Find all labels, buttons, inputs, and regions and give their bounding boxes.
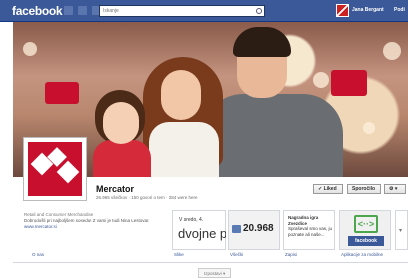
store-sign	[331, 70, 367, 96]
app-photos[interactable]: V sredo, 4. dvojne p	[172, 210, 226, 250]
woman-figure	[149, 122, 219, 177]
website-link[interactable]: www.mercator.si	[24, 224, 166, 230]
code-arrows-icon: <··>	[354, 215, 378, 233]
app-photos-label[interactable]: Slike	[174, 252, 184, 257]
app-likes[interactable]: 20.968	[228, 210, 280, 250]
settings-gear-button[interactable]: ⚙ ▾	[384, 184, 406, 194]
top-bar: facebook Iskanje Jana Bergant Podi	[0, 0, 408, 22]
bokeh-light	[363, 122, 375, 134]
photo-caption-top: V sredo, 4.	[179, 217, 204, 223]
user-name-link[interactable]: Jana Bergant	[352, 7, 384, 13]
search-placeholder: Iskanje	[103, 8, 119, 14]
facebook-page: facebook Iskanje Jana Bergant Podi Merca…	[0, 0, 408, 280]
likes-count: 20.968	[243, 223, 274, 234]
messages-icon[interactable]	[78, 6, 87, 15]
app-notes[interactable]: Nagradna igra Zvezdice Spraševal smo vas…	[283, 210, 335, 250]
message-button[interactable]: Sporočilo	[347, 184, 381, 194]
page-title[interactable]: Mercator	[96, 184, 134, 194]
user-avatar[interactable]	[336, 4, 349, 17]
app-mobile[interactable]: <··> facebook	[339, 210, 391, 250]
divider	[13, 262, 408, 263]
highlight-button[interactable]: Izpostavi ▾	[198, 268, 232, 278]
notification-jewels	[64, 6, 101, 15]
apps-more-button[interactable]: ▾	[395, 210, 408, 250]
chevron-down-icon: ▾	[399, 228, 403, 234]
facebook-logo[interactable]: facebook	[12, 4, 63, 18]
prize-text: Spraševal smo vas, ju poznate ali naše..…	[288, 226, 333, 237]
bokeh-light	[313, 72, 329, 88]
prize-title: Nagradna igra Zvezdice	[288, 215, 319, 226]
liked-button[interactable]: ✓ Liked	[313, 184, 343, 194]
search-input[interactable]: Iskanje	[99, 5, 265, 17]
app-notes-label[interactable]: Zapisi	[285, 252, 297, 257]
mercator-logo-icon	[28, 142, 82, 196]
facebook-badge: facebook	[348, 236, 384, 246]
man-hair	[233, 27, 291, 57]
app-likes-label[interactable]: Všečki	[230, 252, 243, 257]
about-link[interactable]: O nas	[32, 252, 44, 257]
child-face	[103, 102, 139, 144]
home-link[interactable]: Podi	[394, 7, 405, 13]
bokeh-light	[383, 42, 401, 60]
search-icon[interactable]	[256, 8, 262, 14]
thumbs-up-icon	[232, 225, 241, 233]
store-sign	[45, 82, 79, 104]
about-section: Retail and Consumer Merchandise Dobrodoš…	[24, 212, 166, 230]
friend-requests-icon[interactable]	[64, 6, 73, 15]
profile-picture[interactable]	[24, 138, 86, 200]
page-stats: 26.965 všečkov · 150 govori o tem · 284 …	[96, 195, 198, 200]
photo-caption-big: dvojne p	[178, 226, 226, 241]
prize-content: Nagradna igra Zvezdice Spraševal smo vas…	[288, 215, 334, 237]
man-figure	[203, 94, 343, 177]
app-mobile-label[interactable]: Aplikacije za mobilne	[341, 252, 383, 257]
child-figure	[93, 140, 151, 177]
woman-face	[161, 70, 201, 120]
bokeh-light	[23, 42, 37, 56]
